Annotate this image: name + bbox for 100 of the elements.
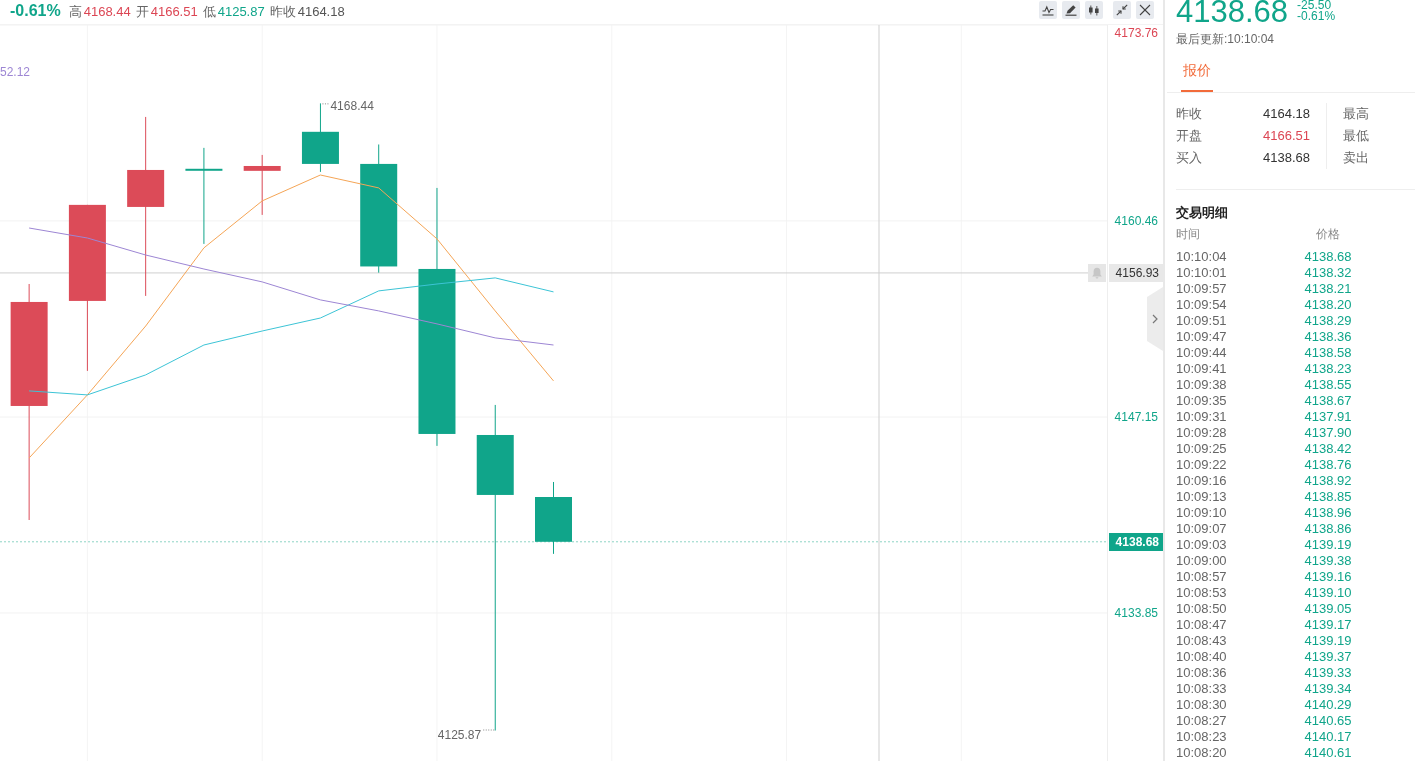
quote-label: 昨收 [1176, 105, 1202, 123]
axis-label: 4173.76 [1114, 25, 1158, 41]
trade-price: 4137.90 [1303, 425, 1353, 441]
trade-time: 10:08:30 [1176, 697, 1228, 713]
trade-time: 10:08:43 [1176, 633, 1228, 649]
trade-price: 4138.32 [1303, 265, 1353, 281]
stat-label: 开 [135, 3, 149, 21]
trade-price: 4140.61 [1303, 745, 1353, 761]
quote-label: 买入 [1176, 149, 1202, 167]
price-change-percent: -0.61% [1297, 11, 1336, 22]
trade-time: 10:10:01 [1176, 265, 1228, 281]
trade-price: 4139.19 [1303, 633, 1353, 649]
trade-time: 10:09:51 [1176, 313, 1228, 329]
trade-price: 4138.96 [1303, 505, 1353, 521]
quote-label: 最低 [1343, 127, 1369, 145]
trade-time: 10:09:07 [1176, 521, 1228, 537]
shrink-button[interactable] [1113, 1, 1131, 19]
trade-time: 10:09:22 [1176, 457, 1228, 473]
trade-time: 10:10:04 [1176, 249, 1228, 265]
tab[interactable]: 报价 [1181, 61, 1213, 92]
trade-time: 10:08:53 [1176, 585, 1228, 601]
trade-price: 4139.34 [1303, 681, 1353, 697]
trade-time: 10:09:03 [1176, 537, 1228, 553]
trade-time: 10:08:36 [1176, 665, 1228, 681]
bell-icon [1091, 266, 1103, 279]
dotted-leader-line [321, 103, 330, 105]
trade-time: 10:08:47 [1176, 617, 1228, 633]
trade-time: 10:08:27 [1176, 713, 1228, 729]
stat-value: 4168.44 [83, 3, 131, 21]
crosshair-price-tag: 4156.93 [1109, 263, 1163, 282]
trade-time: 10:09:47 [1176, 329, 1228, 345]
indicator-button[interactable] [1039, 1, 1057, 19]
stat-label: 昨收 [269, 3, 296, 21]
trade-time: 10:09:13 [1176, 489, 1228, 505]
high-price-label: 4168.44 [330, 99, 374, 114]
column-header: 时间 [1176, 226, 1201, 242]
trade-price: 4137.91 [1303, 409, 1353, 425]
trade-time: 10:09:54 [1176, 297, 1228, 313]
stat-value: 4166.51 [150, 3, 198, 21]
trade-price: 4140.65 [1303, 713, 1353, 729]
column-header: 价格 [1315, 226, 1341, 242]
trade-time: 10:09:10 [1176, 505, 1228, 521]
draw-button[interactable] [1062, 1, 1080, 19]
trade-price: 4138.42 [1303, 441, 1353, 457]
trade-price: 4139.17 [1303, 617, 1353, 633]
trade-time: 10:08:40 [1176, 649, 1228, 665]
last-price: 4138.68 [1176, 0, 1289, 26]
close-button[interactable] [1136, 1, 1154, 19]
trade-time: 10:09:28 [1176, 425, 1228, 441]
quote-label: 最高 [1343, 105, 1369, 123]
quote-value: 4166.51 [1263, 127, 1310, 145]
dotted-leader-line [482, 729, 495, 731]
trade-price: 4138.76 [1303, 457, 1353, 473]
trade-price: 4139.10 [1303, 585, 1353, 601]
stat-label: 低 [202, 3, 216, 21]
stat-value: 4125.87 [217, 3, 265, 21]
trade-price: 4138.36 [1303, 329, 1353, 345]
axis-label: 4147.15 [1114, 409, 1158, 425]
last-price-tag: 4138.68 [1109, 532, 1163, 551]
trade-price: 4138.86 [1303, 521, 1353, 537]
trade-time: 10:09:38 [1176, 377, 1228, 393]
trade-time: 10:09:41 [1176, 361, 1228, 377]
low-price-label: 4125.87 [437, 727, 482, 742]
trades-title: 交易明细 [1176, 204, 1229, 222]
trade-price: 4139.05 [1303, 601, 1353, 617]
quote-label: 卖出 [1343, 149, 1369, 167]
quote-value: 4164.18 [1263, 105, 1310, 123]
trade-time: 10:09:57 [1176, 281, 1228, 297]
trade-time: 10:09:00 [1176, 553, 1228, 569]
price-change: -25.50 [1297, 0, 1332, 11]
trade-price: 4138.20 [1303, 297, 1353, 313]
chart-type-button[interactable] [1085, 1, 1103, 19]
trade-time: 10:09:44 [1176, 345, 1228, 361]
candlestick-icon [1088, 4, 1100, 16]
trade-price: 4139.16 [1303, 569, 1353, 585]
quote-value: 4138.68 [1263, 149, 1310, 167]
trade-price: 4140.17 [1303, 729, 1353, 745]
trade-price: 4138.67 [1303, 393, 1353, 409]
shrink-arrows-icon [1116, 4, 1128, 16]
trade-price: 4138.58 [1303, 345, 1353, 361]
quote-label: 开盘 [1176, 127, 1202, 145]
close-icon [1139, 4, 1151, 16]
trade-time: 10:08:23 [1176, 729, 1228, 745]
trade-time: 10:08:33 [1176, 681, 1228, 697]
trade-time: 10:09:35 [1176, 393, 1228, 409]
candlestick [243, 154, 281, 216]
trade-time: 10:08:50 [1176, 601, 1228, 617]
zigzag-line-icon [1042, 4, 1054, 16]
trade-price: 4139.37 [1303, 649, 1353, 665]
axis-label: 4160.46 [1114, 212, 1158, 229]
trade-price: 4139.38 [1303, 553, 1353, 569]
change-percent: -0.61% [10, 1, 61, 21]
trade-price: 4138.21 [1303, 281, 1353, 297]
trade-time: 10:08:57 [1176, 569, 1228, 585]
trade-price: 4138.85 [1303, 489, 1353, 505]
trade-price: 4138.92 [1303, 473, 1353, 489]
chevron-right-icon [1152, 314, 1158, 324]
trade-price: 4138.23 [1303, 361, 1353, 377]
trade-price: 4138.55 [1303, 377, 1353, 393]
trade-price: 4139.33 [1303, 665, 1353, 681]
